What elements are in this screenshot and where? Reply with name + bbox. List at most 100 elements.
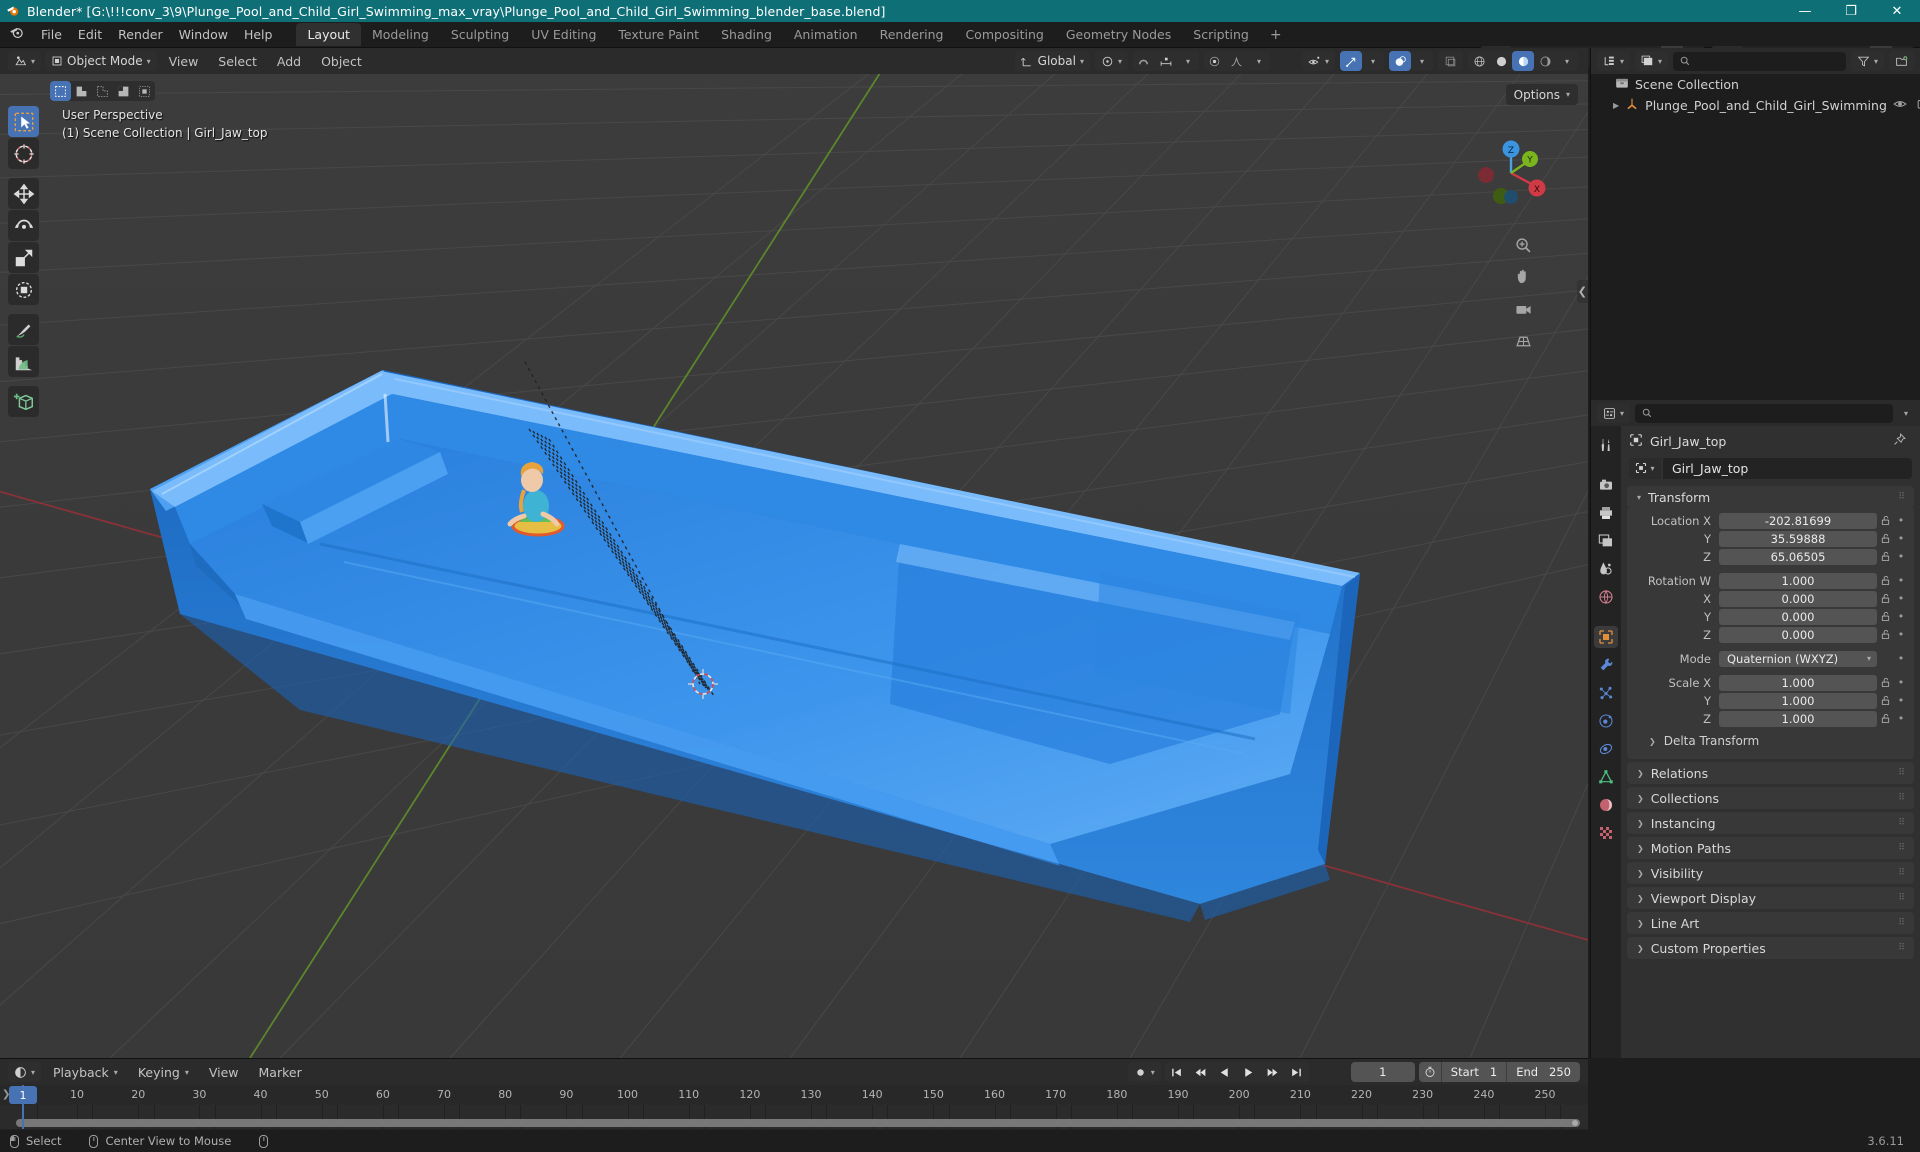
measure-tool[interactable] (8, 346, 39, 377)
pan-hand-icon[interactable] (1511, 265, 1536, 290)
snap-magnet-icon[interactable] (1133, 51, 1155, 71)
add-cube-tool[interactable] (8, 386, 39, 417)
annotate-tool[interactable] (8, 314, 39, 345)
field-value[interactable]: 1.000 (1719, 572, 1877, 589)
transform-tool[interactable] (8, 274, 39, 305)
rendered-shading-icon[interactable] (1534, 51, 1556, 71)
animate-property-dot[interactable]: • (1894, 694, 1908, 707)
viewport-menu-view[interactable]: View (161, 51, 207, 72)
tab-compositing[interactable]: Compositing (954, 23, 1054, 46)
timeline-ruler[interactable]: 1102030405060708090100110120130140150160… (0, 1085, 1588, 1129)
object-properties-tab[interactable] (1594, 626, 1618, 648)
falloff-curve-icon[interactable] (1226, 51, 1248, 71)
menu-window[interactable]: Window (171, 24, 236, 45)
field-value[interactable]: 0.000 (1719, 626, 1877, 643)
snapping-controls[interactable]: ▾ (1132, 51, 1199, 71)
custom-properties-panel-header[interactable]: ❯ Custom Properties ⠿ (1627, 937, 1914, 959)
close-button[interactable]: ✕ (1874, 0, 1920, 22)
timeline-playhead[interactable]: 1 (9, 1085, 37, 1129)
start-frame-field[interactable]: Start 1 (1442, 1065, 1506, 1079)
blender-logo-icon[interactable] (9, 25, 24, 44)
proportional-edit-icon[interactable] (1204, 51, 1226, 71)
play-reverse-button[interactable] (1213, 1062, 1237, 1082)
viewport-sidebar-toggle[interactable]: ❮ (1576, 280, 1588, 303)
field-value[interactable]: 1.000 (1719, 710, 1877, 727)
viewport-menu-add[interactable]: Add (269, 51, 309, 72)
motion-paths-panel-header[interactable]: ❯ Motion Paths ⠿ (1627, 837, 1914, 859)
relations-panel-header[interactable]: ❯ Relations ⠿ (1627, 762, 1914, 784)
select-box-icon[interactable] (50, 81, 71, 101)
field-value[interactable]: -202.81699 (1719, 512, 1877, 529)
scene-properties-tab[interactable] (1594, 558, 1618, 580)
tab-layout[interactable]: Layout (296, 23, 361, 46)
field-value[interactable]: 0.000 (1719, 608, 1877, 625)
outliner-editor[interactable]: ▾ ▾ ▾ Scene Collection ▶ Plunge_Pool_and… (1590, 48, 1920, 400)
field-value[interactable]: 65.06505 (1719, 548, 1877, 565)
tab-uv-editing[interactable]: UV Editing (520, 23, 607, 46)
viewport-options-button[interactable]: Options ▾ (1505, 84, 1578, 105)
collections-panel-header[interactable]: ❯ Collections ⠿ (1627, 787, 1914, 809)
navigation-gizmo[interactable]: Z Y X (1472, 134, 1550, 212)
animate-property-dot[interactable]: • (1894, 514, 1908, 527)
move-tool[interactable] (8, 178, 39, 209)
toggle-perspective-icon[interactable] (1511, 329, 1536, 354)
object-constraint-properties-tab[interactable] (1594, 738, 1618, 760)
timeline-menu-marker[interactable]: Marker (251, 1062, 310, 1083)
output-properties-tab[interactable] (1594, 502, 1618, 524)
animate-property-dot[interactable]: • (1894, 532, 1908, 545)
shading-caret-icon[interactable]: ▾ (1556, 51, 1578, 71)
jump-to-end-button[interactable] (1285, 1062, 1309, 1082)
menu-help[interactable]: Help (236, 24, 281, 45)
animate-property-dot[interactable]: • (1894, 574, 1908, 587)
field-value[interactable]: 35.59888 (1719, 530, 1877, 547)
timeline-editor[interactable]: ▾ Playback ▾ Keying ▾ View Marker ▾ 1 St… (0, 1058, 1588, 1130)
outliner-display-mode-selector[interactable]: ▾ (1635, 51, 1669, 71)
snap-caret-icon[interactable]: ▾ (1177, 51, 1199, 71)
tab-animation[interactable]: Animation (783, 23, 869, 46)
rotate-tool[interactable] (8, 210, 39, 241)
scale-tool[interactable] (8, 242, 39, 273)
viewport-menu-object[interactable]: Object (313, 51, 370, 72)
next-keyframe-button[interactable] (1261, 1062, 1285, 1082)
lock-icon[interactable] (1877, 575, 1894, 586)
outliner-row-object[interactable]: ▶ Plunge_Pool_and_Child_Girl_Swimming (1591, 95, 1920, 116)
pin-properties-icon[interactable] (1893, 432, 1912, 449)
show-overlays-icon[interactable] (1389, 51, 1411, 71)
falloff-caret-icon[interactable]: ▾ (1248, 51, 1270, 71)
physics-properties-tab[interactable] (1594, 710, 1618, 732)
visibility-panel-header[interactable]: ❯ Visibility ⠿ (1627, 862, 1914, 884)
menu-render[interactable]: Render (110, 24, 171, 45)
wireframe-shading-icon[interactable] (1468, 51, 1490, 71)
outliner-editor-type-selector[interactable]: ▾ (1597, 51, 1631, 71)
properties-editor[interactable]: ▾ ▾ Girl_Jaw_top ▾ Girl_Jaw_top ▾ Transf… (1590, 400, 1920, 1058)
auto-keying-toggle[interactable]: ▾ (1127, 1062, 1161, 1082)
shading-mode-group[interactable]: ▾ (1468, 51, 1578, 71)
object-data-properties-tab[interactable] (1594, 766, 1618, 788)
animate-property-dot[interactable]: • (1894, 712, 1908, 725)
overlays-toggle-group[interactable]: ▾ (1389, 51, 1433, 71)
hide-in-viewport-icon[interactable] (1893, 97, 1907, 114)
lock-icon[interactable] (1877, 551, 1894, 562)
select-extend-icon[interactable] (71, 81, 92, 101)
object-id-type-button[interactable]: ▾ (1629, 457, 1661, 479)
line-art-panel-header[interactable]: ❯ Line Art ⠿ (1627, 912, 1914, 934)
show-gizmo-icon[interactable] (1340, 51, 1362, 71)
menu-edit[interactable]: Edit (70, 24, 110, 45)
material-preview-shading-icon[interactable] (1512, 51, 1534, 71)
viewlayer-properties-tab[interactable] (1594, 530, 1618, 552)
visibility-selector[interactable]: ▾ (1301, 51, 1335, 71)
texture-properties-tab[interactable] (1594, 822, 1618, 844)
tweak-select-tool[interactable] (8, 106, 39, 137)
menu-file[interactable]: File (33, 24, 70, 45)
proportional-editing-controls[interactable]: ▾ (1203, 51, 1270, 71)
instancing-panel-header[interactable]: ❯ Instancing ⠿ (1627, 812, 1914, 834)
tab-shading[interactable]: Shading (710, 23, 783, 46)
select-subtract-icon[interactable] (92, 81, 113, 101)
xray-toggle[interactable] (1438, 51, 1463, 71)
field-value[interactable]: 0.000 (1719, 590, 1877, 607)
timeline-menu-view[interactable]: View (201, 1062, 247, 1083)
lock-icon[interactable] (1877, 695, 1894, 706)
transform-panel-header[interactable]: ▾ Transform ⠿ (1627, 486, 1914, 508)
properties-search-input[interactable] (1635, 403, 1893, 423)
tab-rendering[interactable]: Rendering (869, 23, 955, 46)
